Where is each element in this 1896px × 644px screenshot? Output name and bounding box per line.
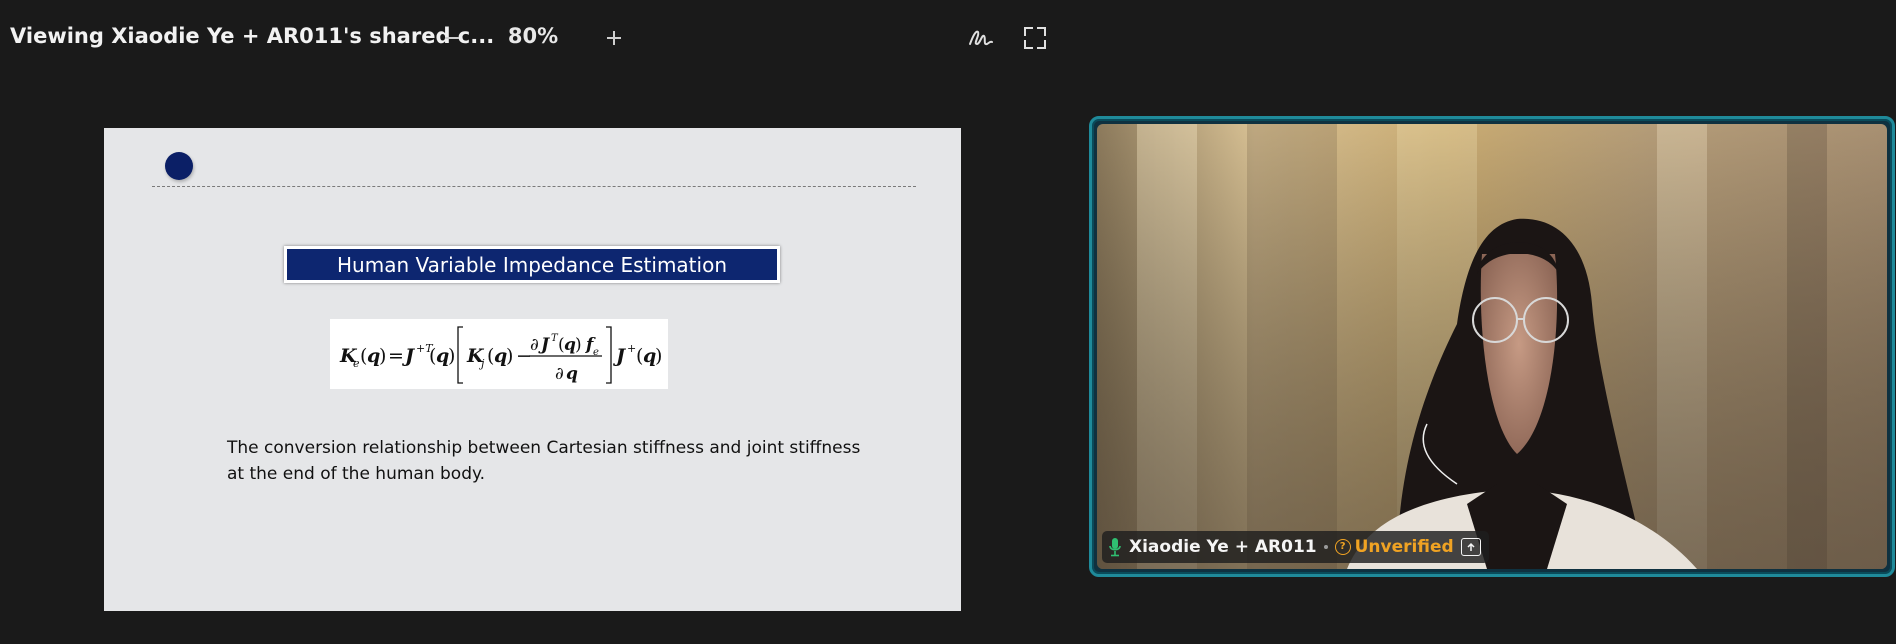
slide-bullet-decoration xyxy=(165,152,193,180)
participant-video-tile[interactable]: Xiaodie Ye + AR011 ? Unverified xyxy=(1089,116,1895,577)
slide-caption: The conversion relationship between Cart… xyxy=(227,438,861,484)
svg-text:e: e xyxy=(353,357,360,370)
participant-name-bar: Xiaodie Ye + AR011 ? Unverified xyxy=(1102,531,1489,563)
share-title: Viewing Xiaodie Ye + AR011's shared c... xyxy=(10,24,495,48)
svg-text:): ) xyxy=(506,345,513,367)
svg-text:J: J xyxy=(538,335,550,355)
top-toolbar: Viewing Xiaodie Ye + AR011's shared c...… xyxy=(0,0,1896,76)
svg-text:q: q xyxy=(566,364,578,384)
svg-text:J: J xyxy=(402,345,416,367)
svg-text:): ) xyxy=(655,345,662,367)
pen-scribble-icon xyxy=(969,30,993,46)
participant-video-feed xyxy=(1097,124,1887,569)
zoom-in-button[interactable] xyxy=(594,18,634,58)
svg-text:J: J xyxy=(613,345,627,367)
svg-text:∂: ∂ xyxy=(555,364,564,384)
name-separator xyxy=(1323,545,1328,549)
slide-divider xyxy=(152,186,916,187)
participant-name: Xiaodie Ye + AR011 xyxy=(1129,537,1317,557)
stiffness-formula: K e ( q ) = J +T ( q ) K j ( q ) − ∂ J T… xyxy=(330,319,668,389)
question-icon: ? xyxy=(1334,539,1351,555)
svg-text:+: + xyxy=(627,342,636,355)
plus-icon xyxy=(607,31,621,45)
shared-slide: Human Variable Impedance Estimation K e … xyxy=(104,128,961,611)
svg-text:): ) xyxy=(379,345,386,367)
annotate-button[interactable] xyxy=(963,20,999,56)
zoom-level: 80% xyxy=(507,24,559,48)
minus-icon xyxy=(445,37,459,39)
svg-text:=: = xyxy=(388,345,404,367)
upload-icon[interactable] xyxy=(1460,538,1481,556)
unverified-badge[interactable]: ? Unverified xyxy=(1334,537,1454,557)
fullscreen-icon xyxy=(1024,27,1046,49)
zoom-out-button[interactable] xyxy=(432,18,472,58)
svg-text:): ) xyxy=(448,345,455,367)
fullscreen-button[interactable] xyxy=(1017,20,1053,56)
svg-text:): ) xyxy=(575,335,582,355)
unverified-label: Unverified xyxy=(1354,537,1454,557)
microphone-icon xyxy=(1109,538,1121,557)
svg-text:∂: ∂ xyxy=(530,335,539,355)
slide-title: Human Variable Impedance Estimation xyxy=(284,246,780,283)
